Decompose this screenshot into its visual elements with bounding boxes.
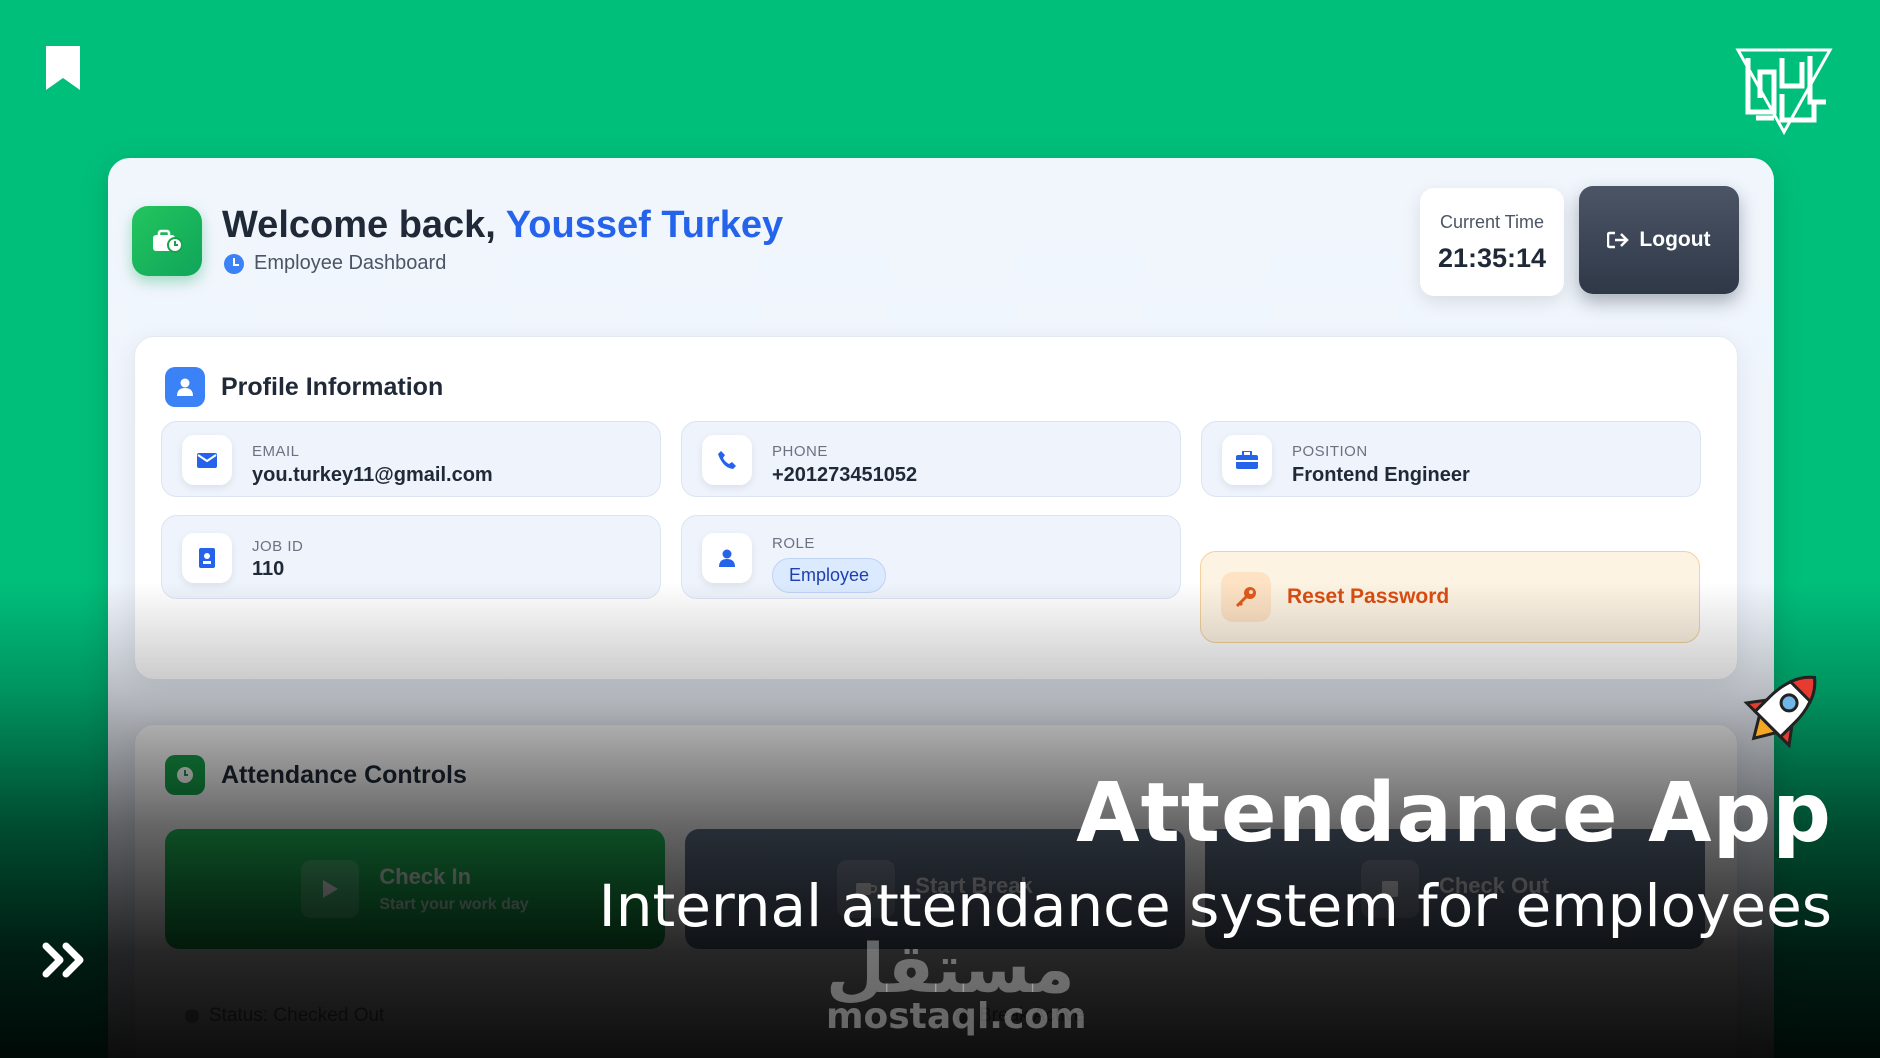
role-field: ROLE Employee <box>681 515 1181 599</box>
job-id-label: JOB ID <box>252 538 304 555</box>
status-line: Status: Checked Out <box>185 1005 384 1027</box>
page-subtitle: Employee Dashboard <box>224 252 446 275</box>
watermark-url: mostaql.com <box>826 996 1087 1037</box>
email-field: EMAIL you.turkey11@gmail.com <box>161 421 661 497</box>
phone-value: +201273451052 <box>772 464 918 486</box>
position-value: Frontend Engineer <box>1292 464 1470 486</box>
logout-button[interactable]: Logout <box>1579 186 1739 294</box>
email-value: you.turkey11@gmail.com <box>252 464 493 486</box>
user-icon <box>702 533 752 583</box>
check-in-title: Check In <box>379 864 472 889</box>
role-label: ROLE <box>772 535 815 552</box>
user-clock-logo <box>132 206 202 276</box>
phone-label: PHONE <box>772 443 828 460</box>
rocket-icon <box>1743 675 1817 749</box>
briefcase-clock-icon <box>153 229 182 253</box>
clock-icon <box>165 755 205 795</box>
logout-icon <box>1607 231 1630 249</box>
key-icon <box>1221 572 1271 622</box>
logout-label: Logout <box>1639 228 1711 251</box>
status-text: Status: Checked Out <box>209 1005 385 1026</box>
job-id-field: JOB ID 110 <box>161 515 661 599</box>
page-title: Welcome back, Youssef Turkey <box>222 204 783 247</box>
phone-field: PHONE +201273451052 <box>681 421 1181 497</box>
current-time-label: Current Time <box>1439 212 1545 232</box>
clock-icon <box>224 253 244 274</box>
job-id-value: 110 <box>252 558 285 580</box>
bookmark-icon[interactable] <box>44 44 82 92</box>
current-time-card: Current Time 21:35:14 <box>1420 188 1564 296</box>
attendance-title: Attendance Controls <box>165 755 467 795</box>
profile-title-text: Profile Information <box>221 372 444 401</box>
promo-subtitle: Internal attendance system for employees <box>598 872 1832 940</box>
current-time-value: 21:35:14 <box>1437 243 1547 273</box>
position-label: POSITION <box>1292 443 1368 460</box>
reset-password-button[interactable]: Reset Password <box>1200 551 1700 643</box>
role-badge: Employee <box>772 558 887 593</box>
phone-icon <box>702 435 752 485</box>
user-icon <box>165 367 205 407</box>
reset-password-label: Reset Password <box>1287 585 1450 608</box>
play-icon <box>301 860 360 918</box>
welcome-prefix: Welcome back, <box>222 204 496 246</box>
brand-logo-icon <box>1735 48 1833 136</box>
profile-card: Profile Information EMAIL you.turkey11@g… <box>134 336 1738 680</box>
attendance-title-text: Attendance Controls <box>221 760 467 789</box>
profile-title: Profile Information <box>165 367 443 407</box>
envelope-icon <box>182 435 232 485</box>
promo-title: Attendance App <box>1076 766 1832 861</box>
check-in-button[interactable]: Check In Start your work day <box>165 829 665 949</box>
position-field: POSITION Frontend Engineer <box>1201 421 1701 497</box>
status-dot-icon <box>185 1009 199 1023</box>
briefcase-icon <box>1222 435 1272 485</box>
subtitle-text: Employee Dashboard <box>254 252 447 274</box>
id-badge-icon <box>182 533 232 583</box>
check-in-subtitle: Start your work day <box>379 896 529 913</box>
user-name: Youssef Turkey <box>505 204 784 246</box>
email-label: EMAIL <box>252 443 300 460</box>
double-chevron-right-icon[interactable] <box>42 942 90 978</box>
